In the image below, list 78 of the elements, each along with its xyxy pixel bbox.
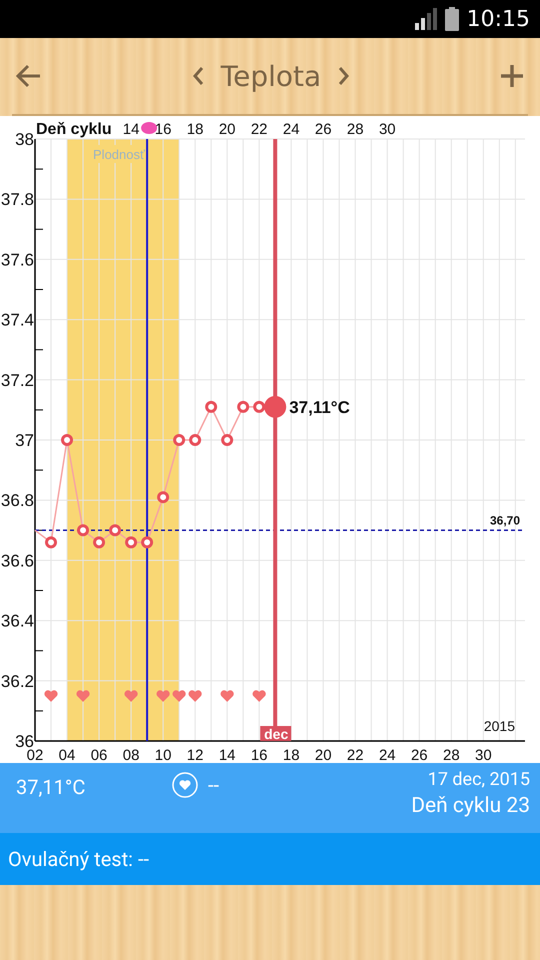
date-label: 17 dec, 2015 [428,769,530,790]
data-point [189,434,202,446]
ovulation-dot-icon [141,122,158,134]
heart-circle-icon [172,772,198,798]
x-axis-label: 06 [90,747,108,763]
cycle-day-label: 16 [154,121,172,138]
heart-icon [172,690,186,702]
y-axis-label: 36.6 [0,551,34,570]
year-label: 2015 [484,718,515,734]
data-point [77,524,90,536]
intercourse-value: -- [208,773,220,797]
y-axis-label: 37.4 [0,310,34,330]
heart-icon [188,690,202,702]
current-point [264,396,286,418]
x-axis-label: 20 [314,747,332,763]
x-axis-label: 08 [122,747,140,763]
data-point [45,536,58,548]
data-point [221,434,234,446]
cycle-day-label: 18 [186,121,204,138]
x-axis-label: 14 [218,747,236,763]
data-point [125,536,138,548]
heart-icon [76,690,90,702]
x-axis-label: 12 [186,747,204,763]
point-value-label: 37,11°C [289,398,350,417]
cycle-day-label: Deň cyklu 23 [411,794,530,818]
data-point [157,491,170,504]
x-axis-label: 24 [378,747,396,763]
clock-time: 10:15 [466,6,530,32]
y-axis-label: 36.2 [0,672,34,691]
y-axis-label: 37.2 [0,370,34,390]
x-axis-label: 30 [475,747,492,763]
cycle-day-label: 30 [378,121,396,138]
y-axis-label: 37.8 [0,190,34,210]
y-axis-label: 36.4 [0,612,34,631]
back-arrow-icon [16,64,42,88]
chevron-left-icon [192,67,203,85]
ovulation-test-label: Ovulačný test: -- [8,847,150,871]
signal-icon [414,8,437,30]
data-point [141,536,154,548]
cycle-day-label: 26 [314,121,332,138]
chevron-right-icon [339,67,350,85]
temperature-value: 37,11°C [16,775,86,799]
heart-icon [124,690,138,702]
cycle-day-label: 28 [346,121,364,138]
plus-icon [500,64,524,88]
threshold-label: 36,70 [490,513,520,528]
data-point [61,434,74,446]
x-axis-label: 22 [346,747,364,763]
y-axis-label: 36.8 [0,491,34,510]
battery-icon [444,7,459,31]
ref-line-label: dec [264,726,288,742]
y-axis-label: 37 [15,431,34,450]
month-marker: dec [260,726,292,742]
data-point [93,536,106,548]
y-axis-label: 38 [15,130,34,149]
fertile-window-label: Plodnosť [93,147,145,162]
cycle-day-label: 22 [250,121,268,138]
x-axis-label: 10 [154,747,172,763]
heart-icon [44,690,58,702]
heart-icon [252,690,266,702]
cycle-day-axis-title: Deň cyklu [36,121,112,138]
x-axis-label: 04 [58,747,76,763]
cycle-day-label: 14 [122,121,140,138]
y-axis-label: 37.6 [0,250,34,270]
data-point [205,400,218,413]
x-axis-label: 18 [282,747,300,763]
x-axis-label: 28 [443,747,460,763]
heart-icon [220,690,234,702]
data-point [237,400,250,413]
x-axis-label: 26 [410,747,428,763]
heart-icon [156,690,170,702]
screen-title: Teplota [220,60,322,92]
x-axis-label: 16 [250,747,268,763]
data-point [109,524,122,536]
cycle-day-label: 24 [282,121,300,138]
cycle-day-label: 20 [218,121,236,138]
data-point [253,400,266,413]
data-point [173,434,186,446]
